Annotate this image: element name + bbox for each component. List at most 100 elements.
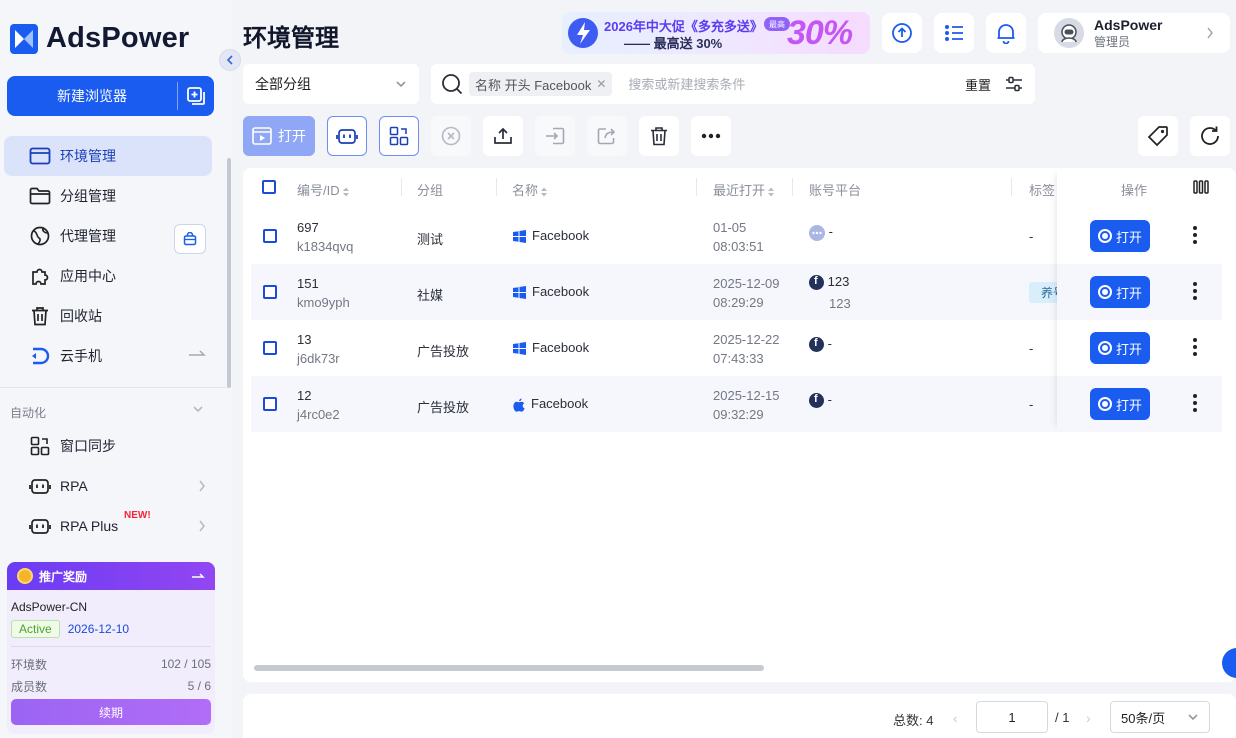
row-checkbox[interactable] [263,397,277,411]
profile-count-label: 环境数 [11,657,48,672]
collapse-sidebar-button[interactable] [219,49,241,71]
proxy-shop-button[interactable] [174,224,206,254]
search-bar: 名称 开头 Facebook ✕ 重置 [431,64,1035,104]
refresh-button[interactable] [1190,116,1230,156]
row-checkbox[interactable] [263,341,277,355]
prev-page-icon[interactable]: ‹ [953,710,958,726]
notifications-button[interactable] [986,13,1026,53]
profile-name: Facebook [531,396,589,411]
search-condition-chip[interactable]: 名称 开头 Facebook ✕ [469,72,613,96]
more-vertical-icon[interactable] [1193,282,1197,303]
sidebar-item-proxies[interactable]: 代理管理 [4,216,212,256]
profile-id: j4rc0e2 [297,407,340,422]
chrome-icon [1097,229,1112,243]
open-button-label: 打开 [1115,285,1142,301]
window-sync-button[interactable] [379,116,419,156]
more-vertical-icon[interactable] [1193,226,1197,247]
open-profile-button[interactable]: 打开 [1090,332,1150,364]
more-vertical-icon[interactable] [1193,338,1197,359]
profile-count-row: 环境数 102 / 105 [11,653,211,675]
profile-name: Facebook [532,284,590,299]
avatar [1054,18,1084,48]
move-to-group-button[interactable] [535,116,575,156]
banner-big-number: 30% [787,14,853,52]
open-profile-button[interactable]: 打开 [1090,220,1150,252]
sidebar-item-rpa-plus[interactable]: RPA Plus NEW! [4,506,212,546]
col-name[interactable]: 名称 [512,180,548,199]
sidebar-item-app-center[interactable]: 应用中心 [4,256,212,296]
col-last-open[interactable]: 最近打开 [713,180,775,199]
sidebar-item-cloud-phone[interactable]: 云手机 [4,336,212,376]
sort-icon [768,187,775,197]
horizontal-scrollbar[interactable] [254,665,764,671]
open-profile-button[interactable]: 打开 [1090,388,1150,420]
sidebar-scrollbar[interactable] [227,158,231,388]
column-settings-icon[interactable] [1193,180,1209,194]
sidebar-item-label: 应用中心 [60,268,116,284]
chevron-right-icon [198,520,206,532]
select-all-checkbox[interactable] [262,180,276,194]
col-id[interactable]: 编号/ID [297,180,350,199]
logo[interactable]: AdsPower [10,22,189,55]
astronaut-icon [1061,24,1077,43]
more-actions-button[interactable] [691,116,731,156]
reset-button[interactable]: 重置 [965,75,991,94]
task-list-button[interactable] [934,13,974,53]
sort-icon [342,187,349,197]
row-checkbox[interactable] [263,285,277,299]
batch-create-icon[interactable] [178,76,214,116]
user-role: 管理员 [1094,34,1131,49]
row-actions: 打开 [1057,320,1222,376]
filter-settings-icon[interactable] [1005,76,1023,92]
member-count-row: 成员数 5 / 6 [11,675,211,697]
chrome-icon [1097,285,1112,299]
open-button-label: 打开 [1115,229,1142,245]
close-icon[interactable]: ✕ [596,77,606,91]
profile-name: Facebook [532,340,590,355]
profile-group: 广告投放 [417,400,470,415]
next-page-icon[interactable]: › [1086,710,1091,726]
open-button-label: 打开 [1115,397,1142,413]
more-horizontal-icon [701,133,721,139]
sidebar-item-label: 窗口同步 [60,438,116,454]
profile-tag: - [1029,341,1034,356]
row-actions: 打开 [1057,264,1222,320]
open-selected-button[interactable]: 打开 [243,116,315,156]
upload-button[interactable] [483,116,523,156]
search-icon [441,73,463,95]
promo-header[interactable]: 推广奖励 [7,562,215,590]
group-filter-select[interactable]: 全部分组 [243,64,419,104]
sidebar-item-label: 分组管理 [60,188,116,204]
rpa-button[interactable] [327,116,367,156]
sidebar-item-profiles[interactable]: 环境管理 [4,136,212,176]
search-input[interactable] [628,76,949,92]
open-profile-button[interactable]: 打开 [1090,276,1150,308]
tag-filter-button[interactable] [1138,116,1178,156]
sync-upload-button[interactable] [882,13,922,53]
sidebar-item-trash[interactable]: 回收站 [4,296,212,336]
more-vertical-icon[interactable] [1193,394,1197,415]
facebook-icon [809,393,824,409]
promo-banner[interactable]: 2026年中大促《多充多送》 —— 最高送 30% 最高 30% [562,12,870,54]
robot-icon [336,129,358,144]
new-browser-button[interactable]: 新建浏览器 [7,76,214,116]
delete-button[interactable] [639,116,679,156]
share-button[interactable] [587,116,627,156]
list-icon [945,25,963,41]
profile-no: 697 [297,220,319,235]
chevron-down-icon[interactable] [192,405,204,413]
close-browsers-button[interactable] [431,116,471,156]
sidebar-item-window-sync[interactable]: 窗口同步 [4,426,212,466]
page-size-select[interactable]: 50条/页 [1110,701,1210,733]
page-input[interactable] [976,701,1048,733]
row-checkbox[interactable] [263,229,277,243]
renew-button[interactable]: 续期 [11,699,211,725]
group-filter-value: 全部分组 [255,76,311,92]
chevron-left-icon [226,55,233,65]
banner-subline: —— 最高送 30% [624,36,723,51]
sidebar-item-groups[interactable]: 分组管理 [4,176,212,216]
user-menu[interactable]: AdsPower 管理员 [1038,13,1230,53]
automation-section-label: 自动化 [10,406,47,420]
sidebar-item-rpa[interactable]: RPA [4,466,212,506]
last-open-date: 2025-12-15 [713,388,780,403]
